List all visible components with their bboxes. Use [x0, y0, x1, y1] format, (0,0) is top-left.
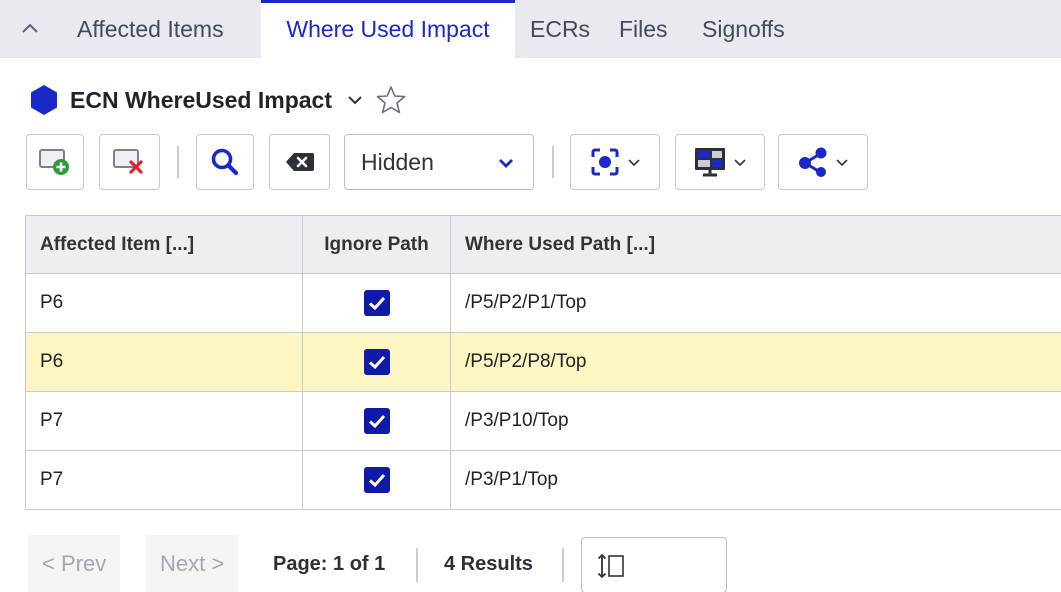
cell-ignore-path[interactable] — [302, 391, 451, 451]
cell-ignore-path[interactable] — [302, 273, 451, 333]
ignore-path-checkbox[interactable] — [363, 408, 390, 434]
delete-row-icon — [112, 149, 143, 174]
filter-select-value: Hidden — [361, 148, 434, 175]
add-row-icon — [39, 149, 69, 175]
tab-signoffs[interactable]: Signoffs — [702, 0, 785, 58]
table-row[interactable]: P6 /P5/P2/P1/Top — [25, 273, 1061, 333]
cell-where-used-path[interactable]: /P3/P10/Top — [450, 391, 1061, 451]
clear-button[interactable] — [269, 134, 330, 190]
search-button[interactable] — [196, 134, 254, 190]
row-height-button[interactable] — [581, 537, 727, 592]
next-page-button[interactable]: Next > — [146, 535, 239, 592]
column-header-where-used-path[interactable]: Where Used Path [...] — [450, 215, 1061, 274]
table-header-row: Affected Item [...] Ignore Path Where Us… — [25, 215, 1061, 274]
prev-page-button[interactable]: < Prev — [28, 535, 121, 592]
cell-affected-item[interactable]: P7 — [25, 391, 303, 451]
cell-ignore-path[interactable] — [302, 332, 451, 392]
page-info: Page: 1 of 1 — [273, 553, 386, 575]
tab-affected-items[interactable]: Affected Items — [77, 0, 224, 58]
row-height-icon — [597, 553, 624, 579]
page-title: ECN WhereUsed Impact — [70, 86, 333, 113]
tab-ecrs[interactable]: ECRs — [530, 0, 590, 58]
filter-select[interactable]: Hidden — [344, 134, 534, 190]
checkmark-icon — [368, 473, 385, 488]
tab-files[interactable]: Files — [619, 0, 668, 58]
ignore-path-checkbox[interactable] — [363, 467, 390, 493]
table-row[interactable]: P7 /P3/P10/Top — [25, 391, 1061, 451]
cell-where-used-path[interactable]: /P3/P1/Top — [450, 450, 1061, 510]
cell-affected-item[interactable]: P6 — [25, 273, 303, 333]
cell-where-used-path[interactable]: /P5/P2/P1/Top — [450, 273, 1061, 333]
delete-row-button[interactable] — [99, 134, 160, 190]
layout-menu-button[interactable] — [675, 134, 765, 190]
cell-ignore-path[interactable] — [302, 450, 451, 510]
focus-icon — [591, 148, 619, 176]
add-row-button[interactable] — [26, 134, 84, 190]
layout-icon — [695, 148, 725, 177]
toolbar-separator — [552, 146, 554, 178]
chevron-down-icon — [499, 159, 513, 168]
cell-affected-item[interactable]: P7 — [25, 450, 303, 510]
share-menu-button[interactable] — [778, 134, 868, 190]
table-row[interactable]: P6 /P5/P2/P8/Top — [25, 332, 1061, 392]
focus-menu-button[interactable] — [570, 134, 660, 190]
results-count: 4 Results — [444, 553, 533, 575]
chevron-down-icon — [734, 159, 746, 167]
toolbar-separator — [177, 146, 179, 178]
pager-separator — [562, 548, 564, 582]
tab-where-used-impact[interactable]: Where Used Impact — [261, 0, 515, 58]
column-header-ignore-path[interactable]: Ignore Path — [302, 215, 451, 274]
hexagon-icon — [31, 85, 57, 115]
checkmark-icon — [368, 355, 385, 370]
tab-bar: Affected Items Where Used Impact ECRs Fi… — [0, 0, 1061, 58]
column-header-affected-item[interactable]: Affected Item [...] — [25, 215, 303, 274]
star-outline-icon[interactable] — [376, 85, 406, 115]
clear-icon — [285, 153, 314, 171]
ignore-path-checkbox[interactable] — [363, 290, 390, 316]
title-row: ECN WhereUsed Impact — [28, 82, 406, 118]
checkmark-icon — [368, 414, 385, 429]
checkmark-icon — [368, 296, 385, 311]
table-row[interactable]: P7 /P3/P1/Top — [25, 450, 1061, 510]
cell-where-used-path[interactable]: /P5/P2/P8/Top — [450, 332, 1061, 392]
pager-separator — [416, 548, 418, 582]
cell-affected-item[interactable]: P6 — [25, 332, 303, 392]
ignore-path-checkbox[interactable] — [363, 349, 390, 375]
share-icon — [799, 147, 827, 177]
chevron-down-icon — [836, 159, 848, 167]
chevron-down-icon[interactable] — [346, 91, 364, 109]
chevron-down-icon — [628, 159, 640, 167]
where-used-table: Affected Item [...] Ignore Path Where Us… — [25, 215, 1061, 510]
chevron-up-icon[interactable] — [16, 14, 44, 42]
search-icon — [211, 148, 239, 176]
